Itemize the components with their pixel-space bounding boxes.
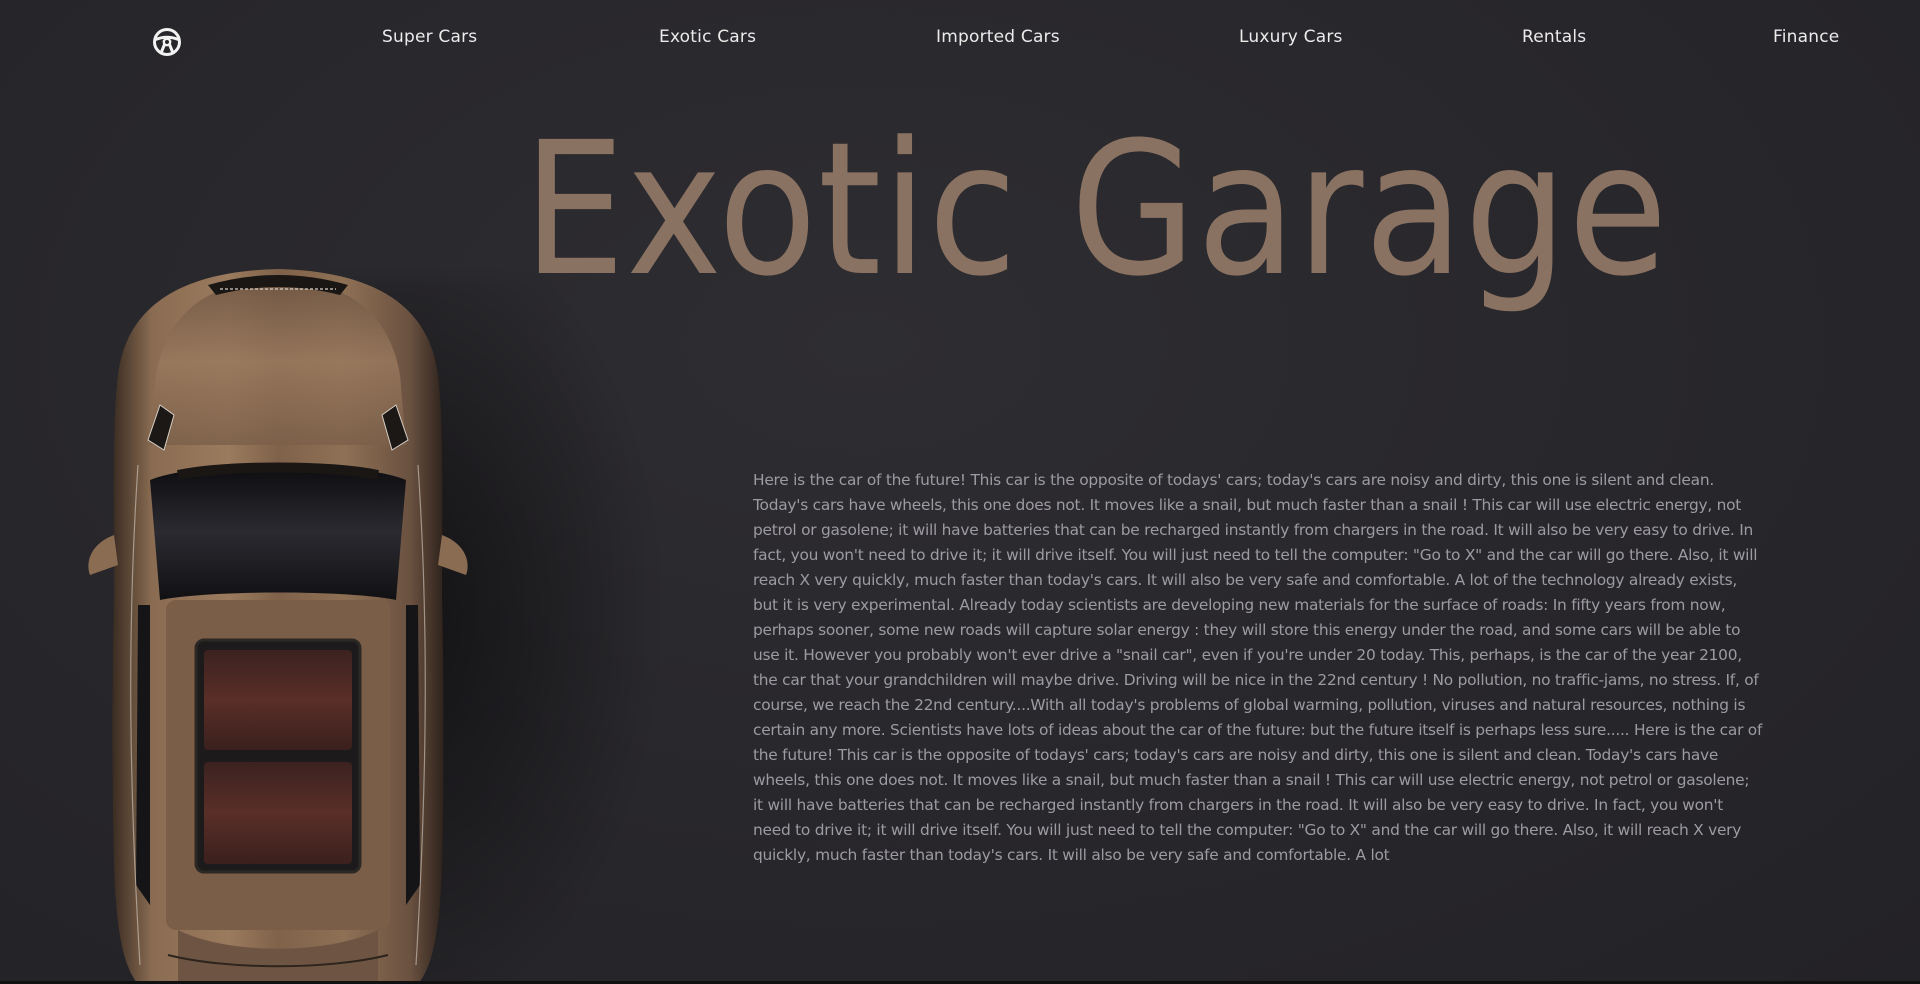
nav-link-super-cars[interactable]: Super Cars [382, 25, 477, 49]
steering-wheel-icon[interactable] [152, 27, 182, 57]
nav-link-finance[interactable]: Finance [1773, 25, 1839, 49]
article-text: Here is the car of the future! This car … [753, 471, 1763, 864]
nav-link-exotic-cars[interactable]: Exotic Cars [659, 25, 756, 49]
nav-link-imported-cars[interactable]: Imported Cars [936, 25, 1060, 49]
page: Super Cars Exotic Cars Imported Cars Lux… [0, 0, 1920, 984]
nav-link-luxury-cars[interactable]: Luxury Cars [1239, 25, 1343, 49]
nav-link-rentals[interactable]: Rentals [1522, 25, 1586, 49]
page-title: Exotic Garage [523, 103, 1669, 317]
top-nav: Super Cars Exotic Cars Imported Cars Lux… [0, 0, 1920, 78]
car-top-view-image [78, 265, 478, 984]
